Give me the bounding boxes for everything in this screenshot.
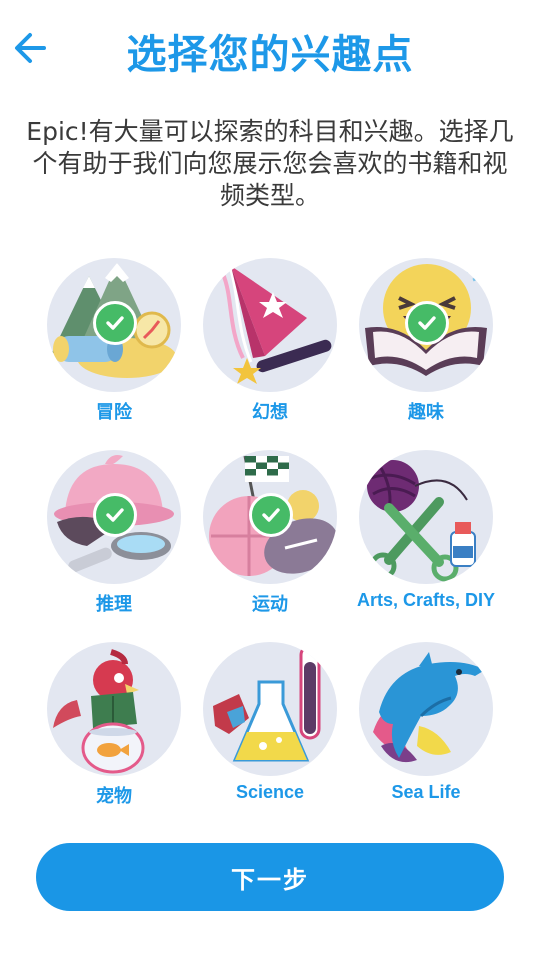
page-title: 选择您的兴趣点 xyxy=(126,32,414,78)
interest-label: 幻想 xyxy=(252,402,288,422)
interest-image xyxy=(359,642,493,776)
interest-label: Science xyxy=(235,782,305,802)
interest-label: 冒险 xyxy=(96,402,132,422)
interest-grid: 冒险 幻想 趣味 推理 运动 Arts, Crafts, DIY 宠物 Scie… xyxy=(36,256,504,832)
checkmark-icon xyxy=(93,493,137,537)
interest-image xyxy=(47,450,181,584)
fantasy-icon xyxy=(221,266,332,384)
science-icon xyxy=(213,644,321,762)
interest-tile-pets[interactable]: 宠物 xyxy=(36,640,192,832)
interest-image xyxy=(47,258,181,392)
checkmark-icon xyxy=(405,301,449,345)
interest-image xyxy=(203,642,337,776)
pets-icon xyxy=(53,649,145,774)
interest-tile-science[interactable]: Science xyxy=(192,640,348,832)
interest-image xyxy=(47,642,181,776)
interest-label: 宠物 xyxy=(96,786,132,806)
arts-crafts-icon xyxy=(367,460,476,582)
interest-tile-fantasy[interactable]: 幻想 xyxy=(192,256,348,448)
interest-image xyxy=(359,258,493,392)
interest-image xyxy=(203,450,337,584)
next-button[interactable]: 下一步 xyxy=(36,843,504,911)
interest-tile-sports[interactable]: 运动 xyxy=(192,448,348,640)
interest-label: 趣味 xyxy=(408,402,444,422)
interest-label: Arts, Crafts, DIY xyxy=(356,590,496,610)
interest-tile-arts-crafts[interactable]: Arts, Crafts, DIY xyxy=(348,448,504,640)
interest-image xyxy=(359,450,493,584)
interest-tile-mystery[interactable]: 推理 xyxy=(36,448,192,640)
interest-tile-fun[interactable]: 趣味 xyxy=(348,256,504,448)
description-text: Epic!有大量可以探索的科目和兴趣。选择几个有助于我们向您展示您会喜欢的书籍和… xyxy=(26,117,514,210)
interest-tile-sea-life[interactable]: Sea Life xyxy=(348,640,504,832)
interest-tile-adventure[interactable]: 冒险 xyxy=(36,256,192,448)
checkmark-icon xyxy=(249,493,293,537)
interest-label: Sea Life xyxy=(391,782,461,802)
checkmark-icon xyxy=(93,301,137,345)
interest-label: 推理 xyxy=(96,594,132,614)
header: 选择您的兴趣点 xyxy=(0,0,540,100)
sea-life-icon xyxy=(373,652,485,763)
interest-label: 运动 xyxy=(252,594,288,614)
interest-image xyxy=(203,258,337,392)
